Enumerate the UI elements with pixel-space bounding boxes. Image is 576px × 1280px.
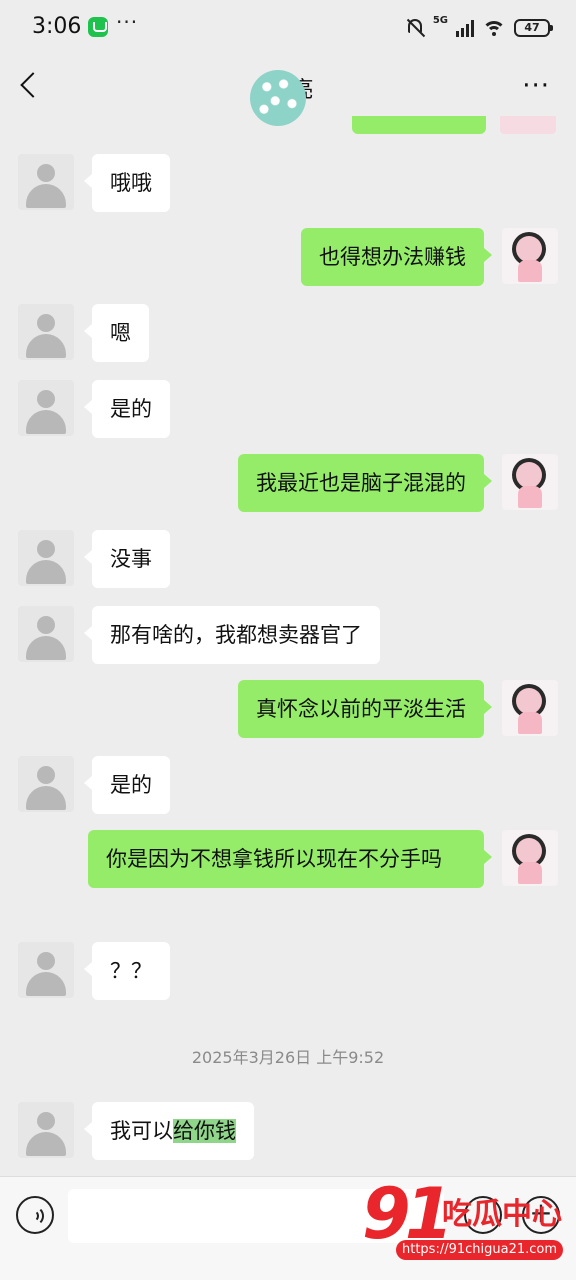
message-list[interactable]: 哦哦 也得想办法赚钱 嗯 是的 我最近也是脑子混混的 没事 那有啥的，我都想卖器… <box>0 116 576 1176</box>
app-notification-icon <box>88 17 108 37</box>
contact-avatar[interactable] <box>18 1102 74 1158</box>
self-avatar[interactable] <box>502 680 558 736</box>
message-bubble[interactable]: 我可以给你钱 <box>84 1102 254 1160</box>
message-row: 哦哦 <box>18 154 170 212</box>
message-bubble[interactable]: 那有啥的，我都想卖器官了 <box>84 606 380 664</box>
voice-input-icon[interactable] <box>16 1196 54 1234</box>
message-text: 我可以 <box>110 1119 173 1143</box>
self-avatar[interactable] <box>502 830 558 886</box>
message-bubble[interactable]: 嗯 <box>84 304 149 362</box>
message-row: 也得想办法赚钱 <box>301 228 558 286</box>
more-options-icon[interactable]: ··· <box>522 73 550 99</box>
battery-icon: 47 <box>514 19 553 37</box>
message-row: 我最近也是脑子混混的 <box>238 454 558 512</box>
message-bubble[interactable]: 真怀念以前的平淡生活 <box>238 680 492 738</box>
contact-avatar[interactable] <box>18 380 74 436</box>
contact-avatar[interactable] <box>18 606 74 662</box>
contact-avatar[interactable] <box>18 530 74 586</box>
message-row: 你是因为不想拿钱所以现在不分手吗 <box>88 830 558 888</box>
contact-avatar[interactable] <box>18 942 74 998</box>
message-bubble[interactable]: 没事 <box>84 530 170 588</box>
message-bubble[interactable]: 我最近也是脑子混混的 <box>238 454 492 512</box>
message-row: 是的 <box>18 380 170 438</box>
signal-icon <box>456 19 474 37</box>
message-row: ？？ <box>18 942 170 1000</box>
status-bar: 3:06 ··· 5G 47 <box>0 0 576 56</box>
watermark-url: https://91chigua21.com <box>396 1240 564 1260</box>
watermark-name: 吃瓜中心 <box>442 1197 562 1232</box>
message-row: 没事 <box>18 530 170 588</box>
message-timestamp: 2025年3月26日 上午9:52 <box>191 1048 385 1067</box>
self-avatar[interactable] <box>502 454 558 510</box>
contact-avatar[interactable] <box>18 154 74 210</box>
self-avatar[interactable] <box>500 116 556 134</box>
watermark-logo: 91 吃瓜中心 https://91chigua21.com <box>356 1176 576 1270</box>
chat-header: 梓 亮 ··· <box>0 56 576 126</box>
message-bubble[interactable]: 是的 <box>84 756 170 814</box>
message-bubble[interactable]: 哦哦 <box>84 154 170 212</box>
status-more-icon: ··· <box>116 10 139 34</box>
partial-message-bubble <box>352 116 486 134</box>
message-row: 真怀念以前的平淡生活 <box>238 680 558 738</box>
selected-text-highlight[interactable]: 给你钱 <box>173 1119 236 1143</box>
message-row: 嗯 <box>18 304 149 362</box>
status-time: 3:06 <box>32 14 82 39</box>
message-bubble[interactable]: ？？ <box>84 942 170 1000</box>
message-row: 是的 <box>18 756 170 814</box>
wifi-icon <box>482 19 506 37</box>
mute-bell-icon <box>405 17 426 39</box>
message-bubble[interactable]: 是的 <box>84 380 170 438</box>
message-row: 那有啥的，我都想卖器官了 <box>18 606 380 664</box>
self-avatar[interactable] <box>502 228 558 284</box>
contact-avatar[interactable] <box>18 756 74 812</box>
network-type: 5G <box>432 15 448 26</box>
message-row: 我可以给你钱 <box>18 1102 254 1160</box>
message-bubble[interactable]: 也得想办法赚钱 <box>301 228 492 286</box>
message-bubble[interactable]: 你是因为不想拿钱所以现在不分手吗 <box>88 830 492 888</box>
contact-avatar[interactable] <box>18 304 74 360</box>
